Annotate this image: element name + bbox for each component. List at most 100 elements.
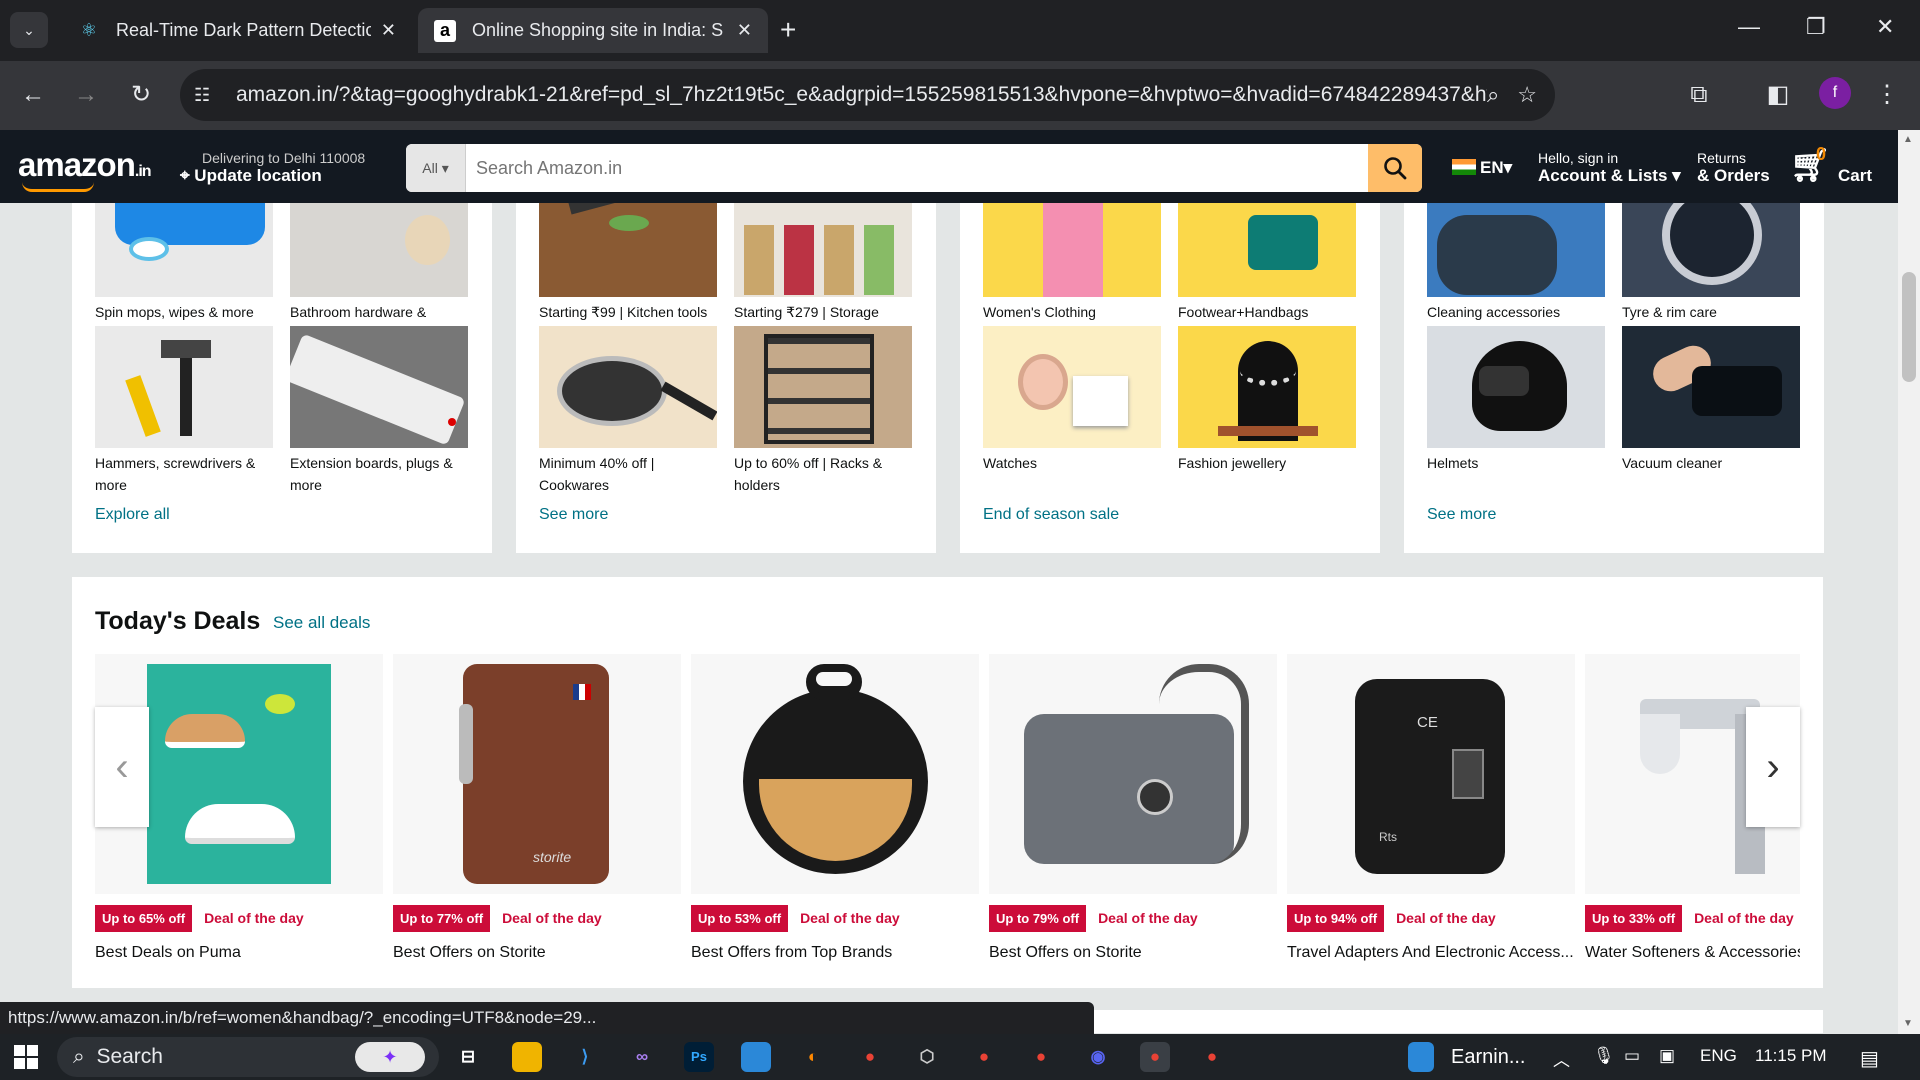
search-category-select[interactable]: All ▾ [406,144,466,192]
category-tile[interactable]: Cleaning accessories [1427,203,1605,323]
profile-avatar[interactable]: f [1819,77,1851,109]
category-tile[interactable]: Watches [983,326,1161,474]
close-icon[interactable]: ✕ [737,20,752,41]
search-input[interactable] [466,144,1368,192]
amazon-logo[interactable]: amazon.in [18,146,152,192]
deal-card[interactable]: Up to 79% off Deal of the day Best Offers… [989,654,1277,962]
page-scrollbar[interactable]: ▲ ▼ [1898,130,1920,1034]
delivery-location[interactable]: Delivering to Delhi 110008 ⌖ Update loca… [180,150,365,186]
battery-icon[interactable]: ▭ [1624,1046,1640,1066]
tile-image [734,326,912,448]
category-tile[interactable]: Starting ₹279 | Storage containers [734,203,912,345]
category-tile[interactable]: Extension boards, plugs & more [290,326,468,496]
windows-start-icon[interactable] [14,1045,38,1069]
category-tile[interactable]: Hammers, screwdrivers & more [95,326,273,496]
deal-card[interactable]: storite Up to 77% off Deal of the day Bes… [393,654,681,962]
logo-text: amazon [18,146,136,183]
scroll-down-icon[interactable]: ▼ [1903,1018,1913,1029]
address-bar[interactable]: ☷ amazon.in/?&tag=googhydrabk1-21&ref=pd… [180,69,1555,121]
account-lists[interactable]: Hello, sign in Account & Lists ▾ [1538,150,1681,186]
menu-kebab-icon[interactable]: ⋮ [1872,81,1902,109]
see-more-link[interactable]: See more [539,506,608,524]
microphone-icon[interactable]: 🎙︎ [1593,1046,1615,1066]
tile-image [1178,203,1356,297]
chevron-up-icon[interactable]: ︿ [1553,1046,1570,1071]
scroll-up-icon[interactable]: ▲ [1903,134,1913,145]
photoshop-icon[interactable]: Ps [684,1042,714,1072]
network-icon[interactable]: ▣ [1659,1046,1675,1066]
file-explorer-icon[interactable] [512,1042,542,1072]
explore-all-link[interactable]: Explore all [95,506,170,524]
app-icon[interactable]: ⬡ [912,1042,942,1072]
deal-card[interactable]: CE Rts Up to 94% off Deal of the day Trav… [1287,654,1575,962]
paint-icon[interactable]: ◐ [798,1042,828,1072]
category-tile[interactable]: Footwear+Handbags [1178,203,1356,323]
extensions-icon[interactable]: ⧉ [1684,81,1714,109]
widget-text[interactable]: Earnin... [1451,1046,1525,1069]
category-tile[interactable]: Starting ₹99 | Kitchen tools [539,203,717,323]
amazon-favicon-icon: a [434,19,456,42]
deal-card[interactable]: Up to 53% off Deal of the day Best Offers… [691,654,979,962]
taskbar-search[interactable]: ⌕ Search ✦ [57,1037,439,1077]
notification-icon[interactable]: ▤ [1860,1046,1879,1071]
visual-studio-icon[interactable]: ∞ [627,1042,657,1072]
category-tile[interactable]: Spin mops, wipes & more [95,203,273,323]
chrome-icon[interactable]: ● [1197,1042,1227,1072]
carousel-next-button[interactable]: › [1746,707,1800,827]
chrome-icon[interactable]: ● [855,1042,885,1072]
carousel-prev-button[interactable]: ‹ [95,707,149,827]
bookmark-star-icon[interactable]: ☆ [1517,82,1537,108]
tab-dark-pattern[interactable]: ⚛ Real-Time Dark Pattern Detectic ✕ [62,8,412,53]
see-all-deals-link[interactable]: See all deals [273,613,370,633]
close-window-button[interactable]: ✕ [1876,14,1894,40]
category-tile[interactable]: Minimum 40% off | Cookwares [539,326,717,496]
zoom-icon[interactable]: ⌕ [1487,82,1499,108]
side-panel-icon[interactable]: ◧ [1763,81,1793,109]
language-selector[interactable]: EN▾ [1452,158,1512,178]
tile-caption: Cleaning accessories [1427,304,1561,320]
chrome-icon[interactable]: ● [969,1042,999,1072]
cart-button[interactable]: 🛒︎ 0 Cart [1790,144,1872,185]
account-line1: Hello, sign in [1538,150,1619,166]
end-of-season-sale-link[interactable]: End of season sale [983,506,1119,524]
store-icon[interactable] [741,1042,771,1072]
browser-toolbar: ← → ↻ ☷ amazon.in/?&tag=googhydrabk1-21&… [0,61,1920,130]
section-title: Today's Deals [95,607,261,635]
site-info-icon[interactable]: ☷ [194,85,222,106]
tile-image [290,326,468,448]
tab-amazon[interactable]: a Online Shopping site in India: S ✕ [418,8,768,53]
scrollbar-thumb[interactable] [1902,272,1916,382]
deal-image: CE Rts [1287,654,1575,894]
search-button[interactable] [1368,144,1422,192]
windows-taskbar: ⌕ Search ✦ ⊟ ⟩ ∞ Ps ◐ ● ⬡ ● ● ◉ ● ● Earn… [0,1034,1920,1080]
category-tile[interactable]: Vacuum cleaner [1622,326,1800,474]
tab-title: Online Shopping site in India: S [472,20,724,40]
restore-button[interactable]: ❐ [1806,14,1826,40]
chrome-icon[interactable]: ● [1140,1042,1170,1072]
forward-icon[interactable]: → [71,81,101,109]
category-tile[interactable]: Up to 60% off | Racks & holders [734,326,912,496]
task-view-icon[interactable]: ⊟ [453,1042,483,1072]
category-tile[interactable]: Tyre & rim care [1622,203,1800,323]
vscode-icon[interactable]: ⟩ [570,1042,600,1072]
category-tile[interactable]: Helmets [1427,326,1605,474]
language-indicator[interactable]: ENG [1700,1046,1737,1066]
category-tile[interactable]: Fashion jewellery [1178,326,1356,474]
back-icon[interactable]: ← [18,81,48,109]
copilot-icon[interactable]: ✦ [355,1042,425,1072]
tab-search-button[interactable]: ⌄ [10,12,48,48]
see-more-link[interactable]: See more [1427,506,1496,524]
tile-caption: Spin mops, wipes & more [95,304,254,320]
widget-icon[interactable] [1408,1042,1434,1072]
url-text[interactable]: amazon.in/?&tag=googhydrabk1-21&ref=pd_s… [236,83,1487,107]
category-tile[interactable]: Bathroom hardware & accessories [290,203,468,345]
discord-icon[interactable]: ◉ [1083,1042,1113,1072]
category-tile[interactable]: Women's Clothing [983,203,1161,323]
clock[interactable]: 11:15 PM [1755,1046,1827,1066]
new-tab-button[interactable]: + [780,14,796,46]
chrome-icon[interactable]: ● [1026,1042,1056,1072]
close-icon[interactable]: ✕ [381,20,396,41]
returns-orders[interactable]: Returns & Orders [1697,150,1770,186]
minimize-button[interactable]: — [1738,14,1760,40]
reload-icon[interactable]: ↻ [126,81,156,109]
